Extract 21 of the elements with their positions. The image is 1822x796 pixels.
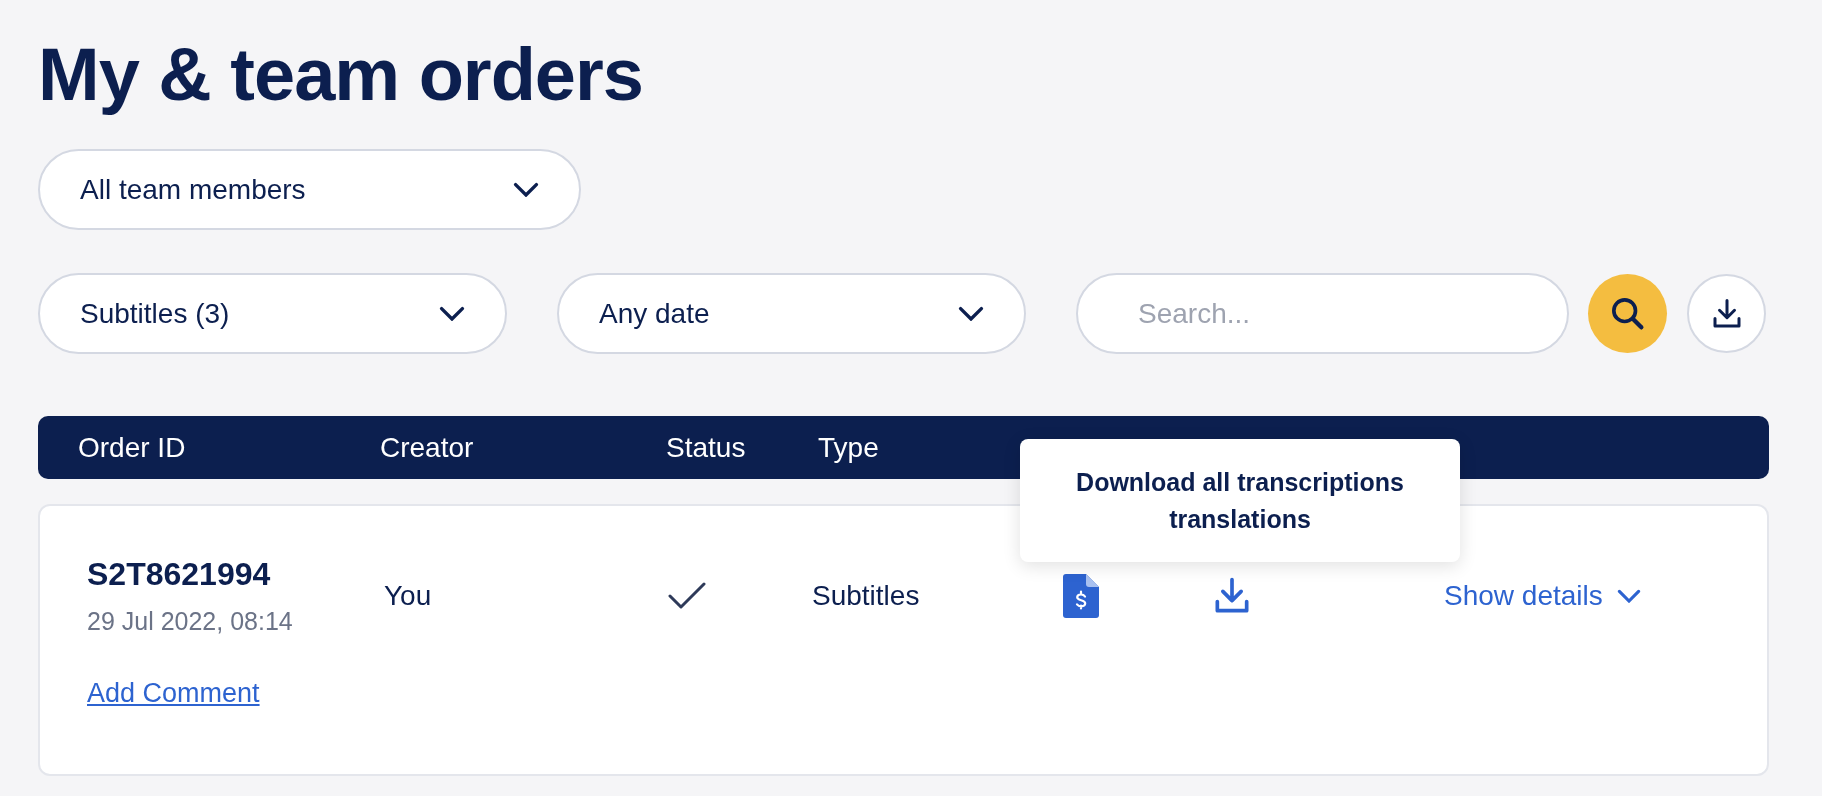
tooltip-text: Download all transcriptions translations	[1075, 467, 1405, 535]
chevron-down-icon	[1616, 588, 1641, 604]
column-header: Order ID	[78, 431, 186, 464]
creator-text: You	[384, 580, 432, 612]
add-comment-link[interactable]: Add Comment	[87, 678, 260, 709]
column-header: Status	[666, 431, 746, 464]
search-field[interactable]: Search...	[1076, 273, 1569, 354]
team-member-dropdown[interactable]: All team members	[38, 149, 581, 230]
chevron-down-icon	[439, 305, 465, 322]
order-date: 29 Jul 2022, 08:14	[87, 607, 294, 636]
column-header: Creator	[380, 431, 474, 464]
page-title: My & team orders	[38, 32, 644, 118]
chevron-down-icon	[958, 305, 984, 322]
filter-dropdown[interactable]: Subtitles (3)	[38, 273, 507, 354]
show-details-link[interactable]: Show details	[1444, 580, 1641, 612]
invoice-icon[interactable]	[1063, 574, 1099, 618]
order-id: S2T8621994	[87, 556, 272, 593]
type-text: Subtitles	[812, 580, 920, 612]
filter-dropdown[interactable]: Any date	[557, 273, 1026, 354]
chevron-down-icon	[513, 181, 539, 198]
column-header: Type	[818, 431, 879, 464]
